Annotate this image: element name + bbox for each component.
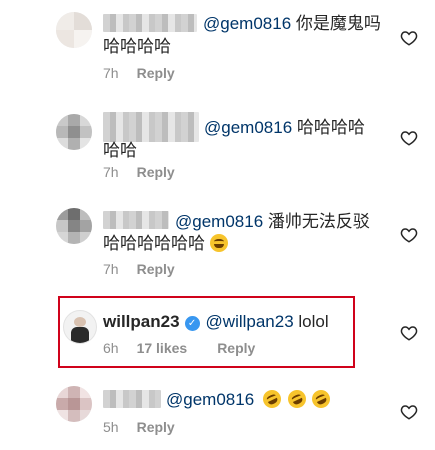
avatar[interactable] (56, 12, 92, 48)
comment-text-line1: 你是魔鬼吗 (291, 14, 381, 33)
comment-text-line1: 潘帅无法反驳 (263, 212, 370, 231)
rolling-on-floor-laughing-icon (259, 387, 284, 411)
rolling-on-floor-laughing-icon (284, 387, 309, 411)
reply-button[interactable]: Reply (137, 65, 175, 81)
verified-badge-icon: ✓ (184, 316, 200, 331)
face-with-tears-of-joy-icon (209, 234, 228, 252)
mention-link[interactable]: @gem0816 (203, 14, 291, 33)
comment-text: @gem0816 (166, 387, 334, 411)
comment-text-line2: 哈哈 (103, 141, 137, 160)
timestamp: 7h (103, 65, 119, 81)
username[interactable]: willpan23 (103, 312, 180, 331)
redacted-username (103, 112, 199, 142)
rolling-on-floor-laughing-icon (309, 387, 334, 411)
comment-text: @gem0816 哈哈哈哈 (204, 117, 365, 138)
likes-count[interactable]: 17 likes (137, 340, 188, 356)
timestamp: 6h (103, 340, 119, 356)
heart-outline-icon[interactable] (400, 226, 418, 244)
redacted-username (103, 14, 197, 32)
redacted-username (103, 390, 161, 408)
reply-button[interactable]: Reply (217, 340, 255, 356)
comment-item: @gem0816 潘帅无法反驳 哈哈哈哈哈哈 7h Reply (0, 198, 435, 290)
timestamp: 5h (103, 419, 119, 435)
comment-meta: 7h Reply (103, 261, 175, 277)
heart-outline-icon[interactable] (400, 129, 418, 147)
comment-text-line1: lolol (293, 312, 329, 331)
mention-link[interactable]: @gem0816 (175, 212, 263, 231)
comment-meta: 7h Reply (103, 65, 175, 81)
avatar[interactable] (56, 114, 92, 150)
redacted-username (103, 211, 169, 229)
timestamp: 7h (103, 164, 119, 180)
comment-text-line1: 哈哈哈哈 (292, 118, 365, 137)
comment-text-line2: 哈哈哈哈 (103, 37, 171, 56)
mention-link[interactable]: @gem0816 (204, 118, 292, 137)
comment-item: @gem0816 哈哈哈哈 哈哈 7h Reply (0, 100, 435, 195)
comment-text: @gem0816 你是魔鬼吗 (203, 13, 381, 34)
comment-item: @gem0816 5h Reply (0, 376, 435, 450)
mention-link[interactable]: @gem0816 (166, 390, 254, 409)
comment-text: @gem0816 潘帅无法反驳 (175, 211, 370, 232)
comment-meta: 5h Reply (103, 419, 175, 435)
comment-item: willpan23 ✓ @willpan23 lolol 6h 17 likes Rep… (0, 298, 435, 368)
avatar[interactable] (56, 386, 92, 422)
comment-meta: 6h 17 likes Reply (103, 340, 255, 356)
heart-outline-icon[interactable] (400, 324, 418, 342)
reply-button[interactable]: Reply (137, 164, 175, 180)
avatar[interactable] (63, 310, 97, 344)
reply-button[interactable]: Reply (137, 261, 175, 277)
comment-text-line2: 哈哈哈哈哈哈 (103, 233, 228, 254)
reply-button[interactable]: Reply (137, 419, 175, 435)
avatar[interactable] (56, 208, 92, 244)
comment-meta: 7h Reply (103, 164, 175, 180)
timestamp: 7h (103, 261, 119, 277)
mention-link[interactable]: @willpan23 (206, 312, 294, 331)
heart-outline-icon[interactable] (400, 403, 418, 421)
comment-item: @gem0816 你是魔鬼吗 哈哈哈哈 7h Reply (0, 0, 435, 95)
heart-outline-icon[interactable] (400, 29, 418, 47)
comment-text: willpan23 ✓ @willpan23 lolol (103, 311, 329, 332)
